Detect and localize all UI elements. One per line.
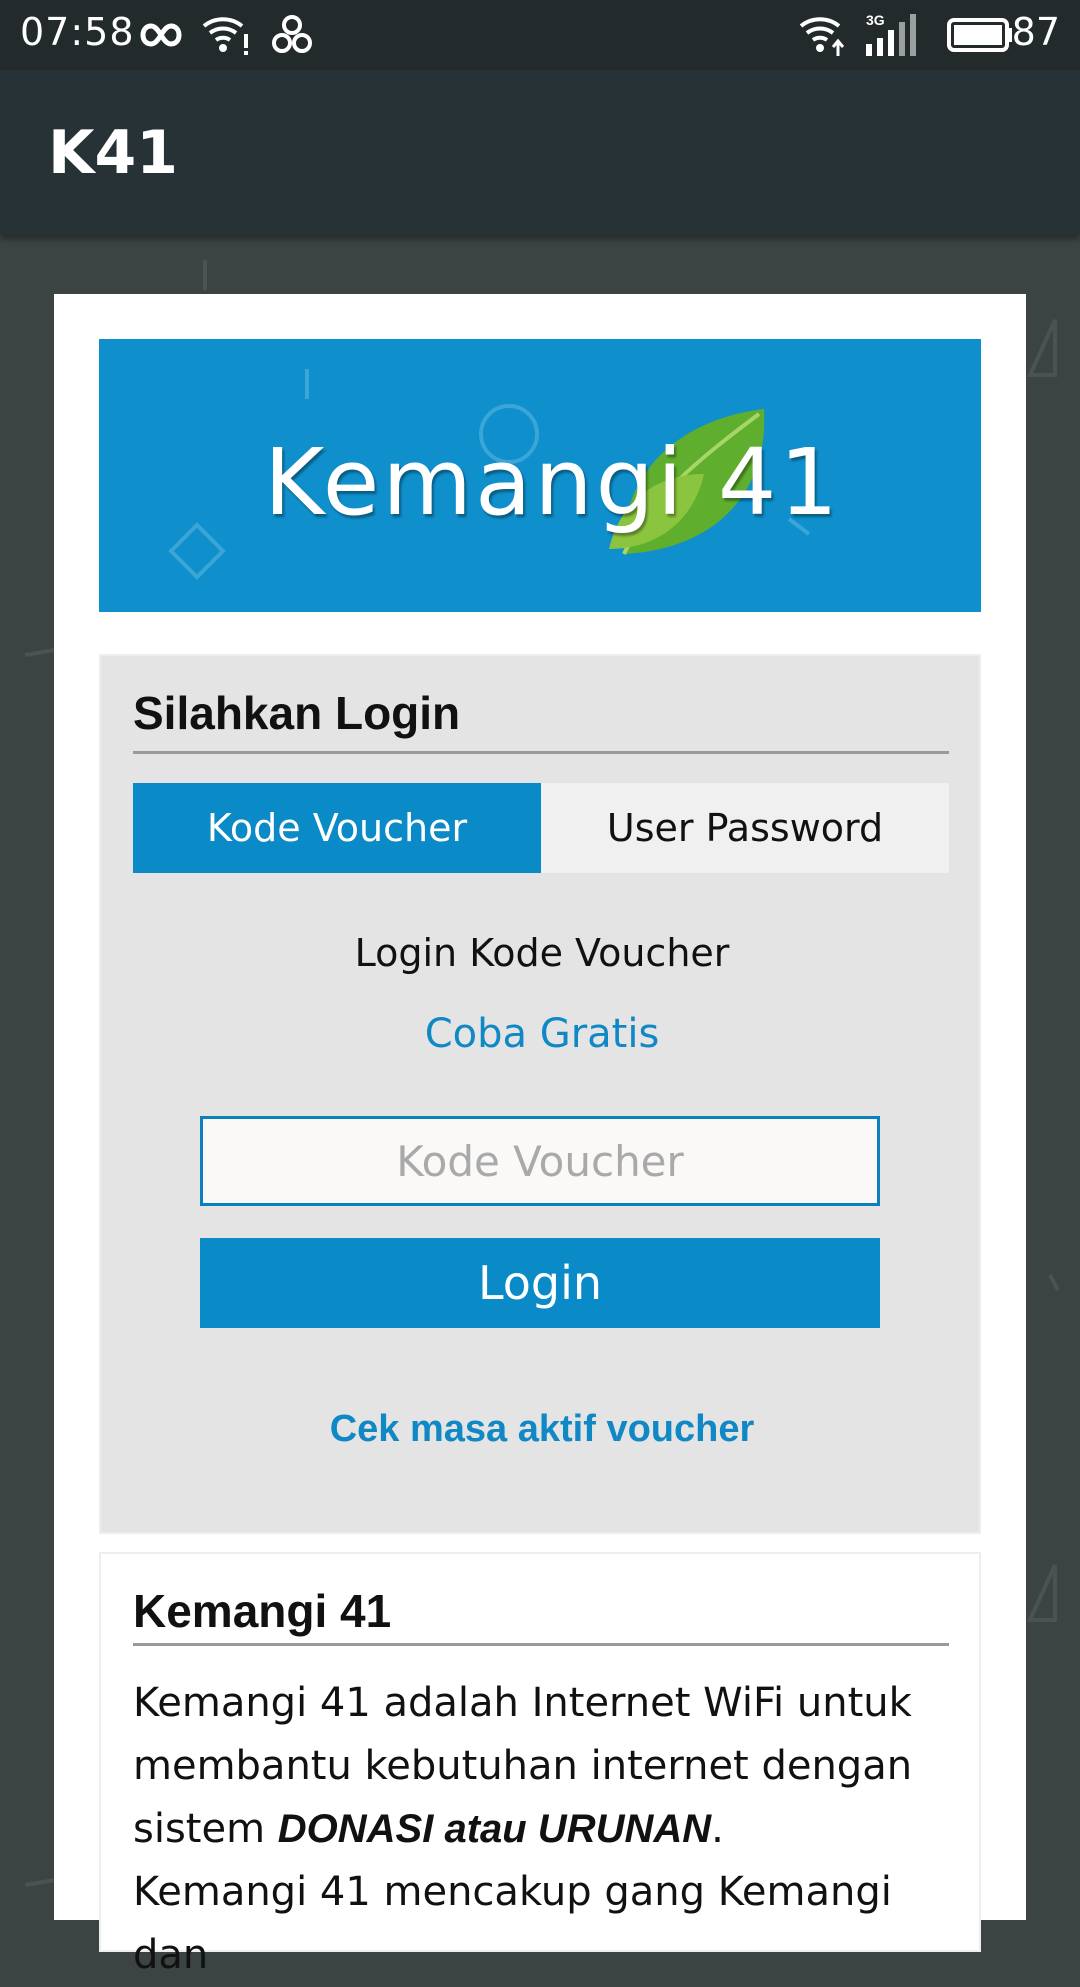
infinity-icon <box>140 23 182 47</box>
login-tabs: Kode Voucher User Password <box>133 783 949 873</box>
status-bar: 07:58 3G 87 <box>0 0 1080 70</box>
battery-level: 87 <box>1011 10 1060 54</box>
info-divider <box>133 1643 949 1646</box>
info-description: Kemangi 41 adalah Internet WiFi untuk me… <box>133 1672 963 1987</box>
info-emphasis: DONASI atau URUNAN <box>277 1807 712 1851</box>
brand-banner: Kemangi 41 <box>99 339 981 612</box>
wifi-alert-icon <box>202 17 248 55</box>
tab-kode-voucher[interactable]: Kode Voucher <box>133 783 541 873</box>
check-voucher-link[interactable]: Cek masa aktif voucher <box>101 1408 983 1451</box>
cloverleaf-icon <box>272 15 312 53</box>
cell-signal-icon <box>866 14 916 56</box>
login-title: Silahkan Login <box>133 687 461 739</box>
wifi-upload-icon <box>799 17 845 56</box>
tab-user-password[interactable]: User Password <box>541 783 949 873</box>
voucher-code-input[interactable] <box>200 1116 880 1206</box>
app-bar: K41 <box>0 70 1080 235</box>
info-paragraph-2: Kemangi 41 mencakup gang Kemangi dan <box>133 1869 892 1978</box>
info-panel: Kemangi 41 Kemangi 41 adalah Internet Wi… <box>99 1552 981 1978</box>
status-time: 07:58 <box>20 10 135 54</box>
login-button[interactable]: Login <box>200 1238 880 1328</box>
login-subtitle: Login Kode Voucher <box>354 931 730 975</box>
info-paragraph-1-end: . <box>711 1806 724 1852</box>
app-title: K41 <box>48 118 178 188</box>
battery-icon <box>947 18 1012 52</box>
title-divider <box>133 751 949 754</box>
content-card: Kemangi 41 Silahkan Login Kode Voucher U… <box>54 294 1026 1978</box>
info-title: Kemangi 41 <box>133 1585 392 1637</box>
free-trial-link[interactable]: Coba Gratis <box>101 1011 983 1057</box>
brand-logo-text: Kemangi 41 <box>264 429 841 536</box>
login-panel: Silahkan Login Kode Voucher User Passwor… <box>99 654 981 1534</box>
